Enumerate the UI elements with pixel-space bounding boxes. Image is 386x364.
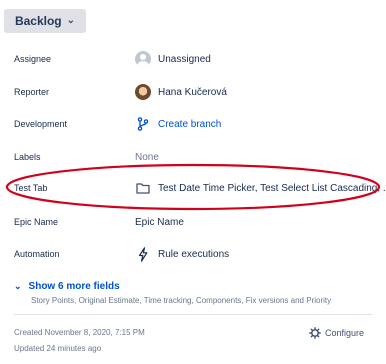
status-label: Backlog <box>14 14 62 28</box>
rule-executions-text: Rule executions <box>158 248 230 260</box>
create-branch-text: Create branch <box>158 118 222 130</box>
folder-icon <box>135 180 151 196</box>
create-branch-link[interactable]: Create branch <box>135 116 221 132</box>
branch-icon <box>135 116 151 132</box>
field-assignee: Assignee Unassigned <box>0 47 386 71</box>
epic-name-label: Epic Name <box>14 217 59 227</box>
gear-icon <box>309 327 321 339</box>
field-test-tab: Test Tab Test Date Time Picker, Test Sel… <box>0 176 386 200</box>
assignee-text: Unassigned <box>158 53 211 65</box>
field-development: Development Create branch <box>0 112 386 136</box>
assignee-value[interactable]: Unassigned <box>135 51 211 67</box>
status-button[interactable]: Backlog ⌄ <box>4 9 86 33</box>
labels-label: Labels <box>14 152 41 162</box>
assignee-label: Assignee <box>14 54 52 64</box>
configure-button[interactable]: Configure <box>309 327 364 339</box>
epic-name-value[interactable]: Epic Name <box>135 217 184 228</box>
field-epic-name: Epic Name Epic Name <box>0 210 386 234</box>
show-more-fields-button[interactable]: ⌄ Show 6 more fields <box>14 281 120 292</box>
reporter-label: Reporter <box>14 87 50 97</box>
reporter-value[interactable]: Hana Kučerová <box>135 84 227 100</box>
chevron-down-icon: ⌄ <box>66 14 76 26</box>
field-automation: Automation Rule executions <box>0 242 386 266</box>
configure-label: Configure <box>324 328 364 338</box>
avatar-icon <box>135 51 151 67</box>
divider <box>14 314 372 315</box>
more-fields-summary: Story Points, Original Estimate, Time tr… <box>31 296 332 305</box>
reporter-text: Hana Kučerová <box>158 86 227 98</box>
chevron-down-icon: ⌄ <box>14 281 22 291</box>
updated-date: Updated 24 minutes ago <box>14 344 102 353</box>
rule-executions-link[interactable]: Rule executions <box>135 246 229 262</box>
field-labels: Labels None <box>0 145 386 169</box>
test-tab-text: Test Date Time Picker, Test Select List … <box>158 182 386 194</box>
lightning-icon <box>135 246 151 262</box>
created-date: Created November 8, 2020, 7:15 PM <box>14 328 145 337</box>
development-label: Development <box>14 119 68 129</box>
test-tab-label: Test Tab <box>14 183 48 193</box>
test-tab-value[interactable]: Test Date Time Picker, Test Select List … <box>135 180 386 196</box>
labels-value[interactable]: None <box>135 152 159 163</box>
automation-label: Automation <box>14 249 60 259</box>
field-reporter: Reporter Hana Kučerová <box>0 80 386 104</box>
show-more-label: Show 6 more fields <box>28 281 120 292</box>
avatar <box>135 84 151 100</box>
